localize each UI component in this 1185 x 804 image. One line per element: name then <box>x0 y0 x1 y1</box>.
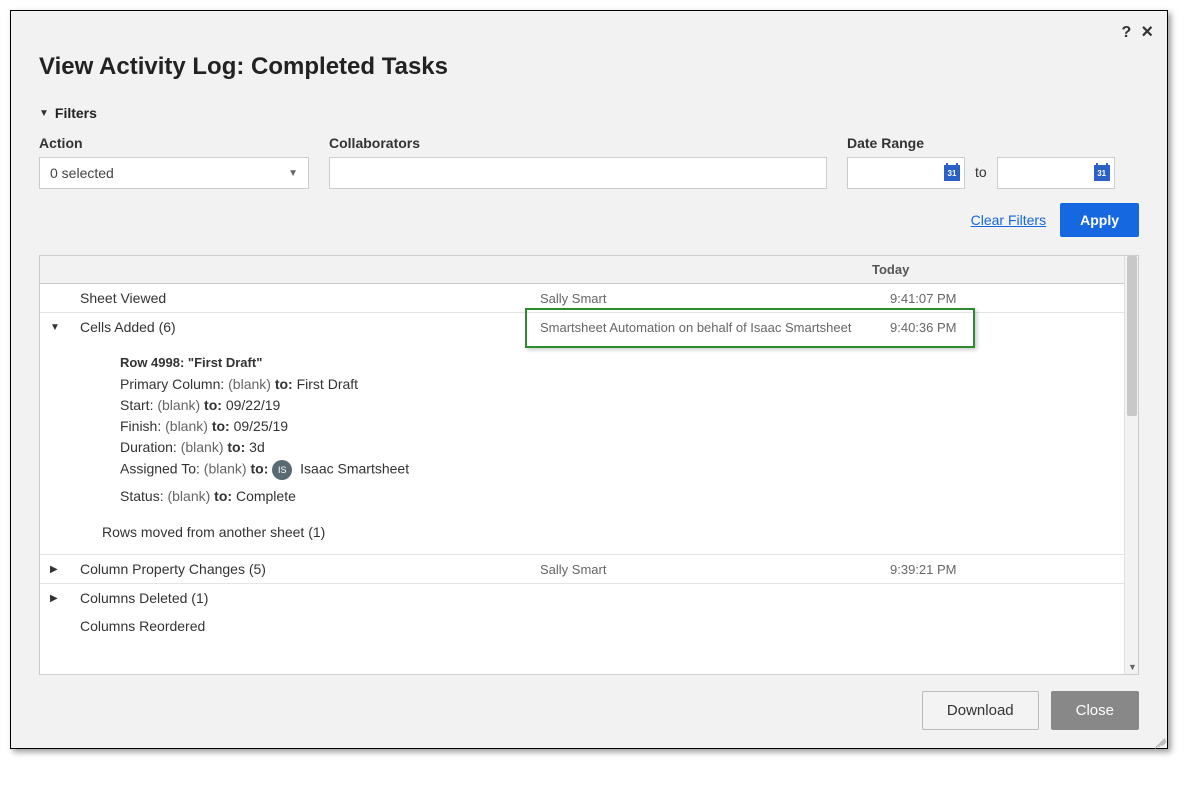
log-event: Columns Reordered <box>80 618 540 634</box>
change-line: Status: (blank) to: Complete <box>120 488 1110 504</box>
calendar-icon: 31 <box>1094 165 1110 181</box>
chevron-down-icon: ▼ <box>50 322 64 333</box>
change-line: Start: (blank) to: 09/22/19 <box>120 397 1110 413</box>
log-event: Columns Deleted (1) <box>80 590 540 606</box>
clear-filters-link[interactable]: Clear Filters <box>971 212 1046 228</box>
log-time: 9:40:36 PM <box>890 320 1124 335</box>
action-label: Action <box>39 135 309 151</box>
action-selected-text: 0 selected <box>50 165 114 181</box>
log-row[interactable]: ▶ Column Property Changes (5) Sally Smar… <box>40 555 1124 584</box>
log-event: Cells Added (6) <box>80 319 540 335</box>
change-line: Duration: (blank) to: 3d <box>120 439 1110 455</box>
log-time: 9:41:07 PM <box>890 291 1124 306</box>
log-time: 9:39:21 PM <box>890 562 1124 577</box>
log-collaborator: Smartsheet Automation on behalf of Isaac… <box>540 320 890 335</box>
apply-button[interactable]: Apply <box>1060 203 1139 237</box>
scrollbar[interactable]: ▼ <box>1124 256 1138 674</box>
chevron-down-icon: ▼ <box>39 108 49 119</box>
detail-row-title: Row 4998: "First Draft" <box>120 355 1110 370</box>
caret-down-icon: ▼ <box>288 168 298 179</box>
to-label: to <box>973 164 989 180</box>
activity-log-dialog: ? × View Activity Log: Completed Tasks ▼… <box>10 10 1168 749</box>
filters-toggle[interactable]: ▼ Filters <box>39 105 1139 121</box>
log-row[interactable]: Columns Reordered <box>40 612 1124 640</box>
log-row-expanded[interactable]: ▼ Cells Added (6) Smartsheet Automation … <box>40 313 1124 341</box>
date-range-label: Date Range <box>847 135 965 151</box>
log-row-details: Row 4998: "First Draft" Primary Column: … <box>40 341 1124 555</box>
download-button[interactable]: Download <box>922 691 1039 730</box>
change-line: Assigned To: (blank) to: IS Isaac Smarts… <box>120 460 1110 480</box>
scrollbar-thumb[interactable] <box>1127 256 1137 416</box>
action-select[interactable]: 0 selected ▼ <box>39 157 309 189</box>
resize-grip-icon[interactable] <box>1151 732 1165 746</box>
activity-log-list: Today Sheet Viewed Sally Smart 9:41:07 P… <box>39 255 1139 675</box>
log-row[interactable]: ▶ Columns Deleted (1) <box>40 584 1124 612</box>
close-button[interactable]: Close <box>1051 691 1139 730</box>
collaborators-input[interactable] <box>329 157 827 189</box>
log-collaborator: Sally Smart <box>540 562 890 577</box>
scroll-down-icon[interactable]: ▼ <box>1128 662 1137 672</box>
details-footer: Rows moved from another sheet (1) <box>102 524 1110 540</box>
log-event: Column Property Changes (5) <box>80 561 540 577</box>
filters-label: Filters <box>55 105 97 121</box>
chevron-right-icon: ▶ <box>50 564 64 575</box>
help-icon[interactable]: ? <box>1122 24 1132 42</box>
date-to-input[interactable]: 31 <box>997 157 1115 189</box>
collaborators-label: Collaborators <box>329 135 827 151</box>
calendar-icon: 31 <box>944 165 960 181</box>
log-event: Sheet Viewed <box>80 290 540 306</box>
log-date-header: Today <box>40 256 1124 284</box>
date-from-input[interactable]: 31 <box>847 157 965 189</box>
dialog-title: View Activity Log: Completed Tasks <box>39 53 1139 81</box>
log-row[interactable]: Sheet Viewed Sally Smart 9:41:07 PM <box>40 284 1124 313</box>
close-icon[interactable]: × <box>1141 21 1153 44</box>
change-line: Finish: (blank) to: 09/25/19 <box>120 418 1110 434</box>
avatar-icon: IS <box>272 460 292 480</box>
chevron-right-icon: ▶ <box>50 593 64 604</box>
log-collaborator: Sally Smart <box>540 291 890 306</box>
change-line: Primary Column: (blank) to: First Draft <box>120 376 1110 392</box>
